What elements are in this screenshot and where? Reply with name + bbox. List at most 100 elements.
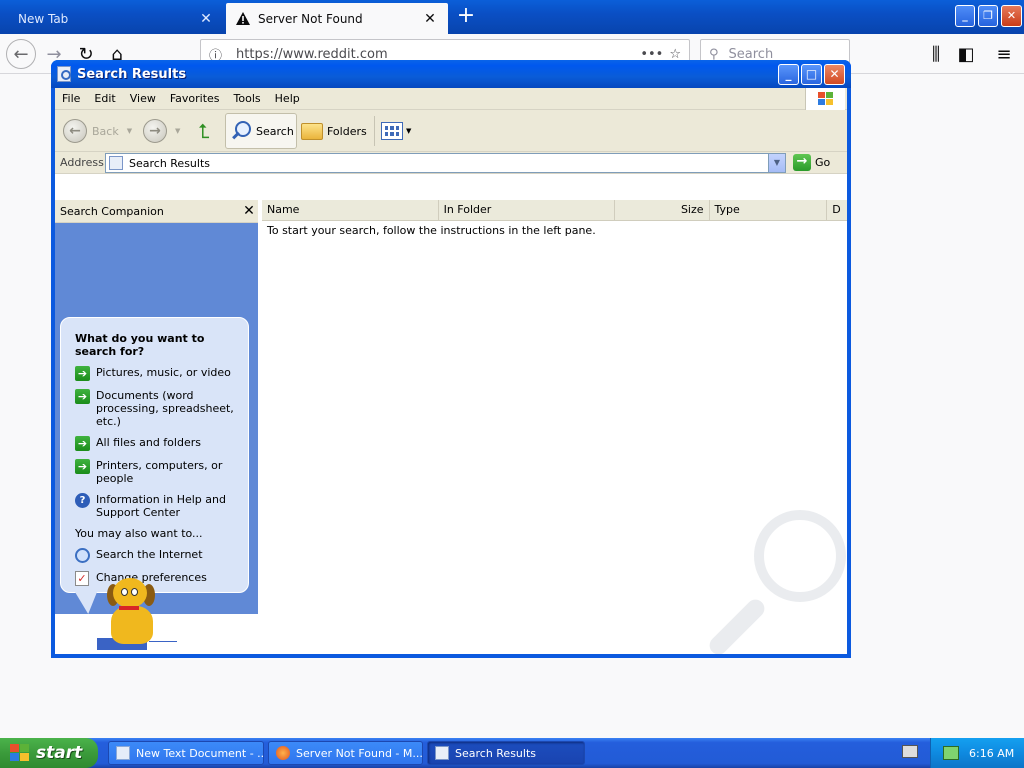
menu-tools[interactable]: Tools [227, 92, 268, 105]
tab-label: Server Not Found [258, 11, 363, 26]
tab-label: New Tab [18, 11, 69, 26]
maximize-button[interactable]: □ [801, 63, 822, 85]
search-results-icon [109, 156, 123, 170]
close-tab-icon[interactable]: ✕ [422, 11, 438, 27]
minimize-button[interactable]: _ [955, 5, 975, 27]
taskbar-item-search-results[interactable]: Search Results [427, 741, 585, 765]
task-label: Server Not Found - M... [296, 746, 423, 760]
column-date[interactable]: D [827, 200, 847, 221]
search-window-icon [57, 66, 71, 82]
search-option-pictures[interactable]: ➔ Pictures, music, or video [75, 366, 238, 381]
magnifier-icon [230, 120, 252, 142]
column-type[interactable]: Type [710, 200, 828, 221]
sidebar-icon[interactable]: ◧ [952, 40, 980, 68]
network-icon[interactable] [943, 746, 959, 760]
standard-toolbar: ← Back ▼ → ▼ ⮤ Search Folders ▼ [55, 110, 847, 152]
forward-arrow-icon: → [143, 119, 167, 143]
close-window-button[interactable]: ✕ [1001, 5, 1022, 27]
go-arrow-icon: → [793, 154, 811, 171]
back-arrow-icon: ← [63, 119, 87, 143]
task-label: New Text Document - ... [136, 746, 264, 760]
address-bar: Address Search Results ▼ → Go [55, 152, 847, 174]
option-label: Information in Help and Support Center [96, 493, 226, 519]
results-message: To start your search, follow the instruc… [267, 224, 596, 237]
hamburger-menu-icon[interactable]: ≡ [990, 40, 1018, 68]
close-window-button[interactable]: ✕ [824, 63, 845, 85]
option-label: Search the Internet [96, 548, 203, 561]
window-title: Search Results [77, 66, 187, 82]
menu-favorites[interactable]: Favorites [163, 92, 227, 105]
taskbar-item-firefox[interactable]: Server Not Found - M... [268, 741, 423, 765]
library-icon[interactable]: ⫼ [922, 40, 950, 68]
menu-help[interactable]: Help [268, 92, 307, 105]
dropdown-arrow-icon[interactable]: ▼ [127, 127, 132, 135]
start-button[interactable]: start [0, 738, 98, 768]
search-dog-character[interactable] [97, 576, 177, 654]
also-label: You may also want to... [75, 527, 203, 540]
help-icon: ? [75, 493, 90, 508]
tab-new-tab[interactable]: New Tab ✕ [0, 3, 224, 34]
dog-eye [131, 588, 138, 596]
task-label: Search Results [455, 746, 537, 760]
menu-view[interactable]: View [123, 92, 163, 105]
new-tab-button[interactable]: + [452, 4, 480, 30]
views-grid-icon [381, 122, 403, 140]
address-input[interactable]: Search Results ▼ [105, 153, 786, 173]
search-option-all-files[interactable]: ➔ All files and folders [75, 436, 238, 451]
firefox-icon [276, 746, 290, 760]
chevron-down-icon[interactable]: ▼ [768, 154, 785, 172]
folders-label: Folders [327, 124, 367, 138]
option-label: Documents (word processing, spreadsheet,… [96, 389, 234, 428]
windows-logo [805, 88, 845, 110]
dropdown-arrow-icon[interactable]: ▼ [175, 127, 180, 135]
windows-flag-icon [10, 744, 30, 762]
go-label: Go [815, 156, 831, 169]
search-button[interactable]: Search [225, 113, 297, 149]
menu-file[interactable]: File [55, 92, 87, 105]
column-size[interactable]: Size [615, 200, 710, 221]
arrow-icon: ➔ [75, 436, 90, 451]
tab-server-not-found[interactable]: Server Not Found ✕ [226, 3, 448, 34]
arrow-icon: ➔ [75, 389, 90, 404]
back-arrow-icon[interactable]: ← [6, 39, 36, 69]
clock[interactable]: 6:16 AM [969, 747, 1014, 760]
column-name[interactable]: Name [262, 200, 439, 221]
taskbar-item-notepad[interactable]: New Text Document - ... [108, 741, 264, 765]
option-label: Pictures, music, or video [96, 366, 231, 379]
go-button[interactable]: → Go [793, 154, 830, 171]
folders-button[interactable]: Folders [301, 113, 367, 149]
close-tab-icon[interactable]: ✕ [198, 11, 214, 27]
back-button[interactable]: ← Back ▼ [63, 113, 132, 149]
maximize-button[interactable]: ❐ [978, 5, 998, 27]
search-internet-link[interactable]: Search the Internet [75, 548, 238, 563]
warning-icon [236, 12, 250, 25]
option-label: All files and folders [96, 436, 201, 449]
menu-edit[interactable]: Edit [87, 92, 122, 105]
search-option-printers[interactable]: ➔ Printers, computers, or people [75, 459, 238, 485]
search-window-icon [435, 746, 449, 760]
close-icon[interactable]: ✕ [240, 203, 258, 219]
search-label: Search [256, 124, 294, 138]
up-folder-icon[interactable]: ⮤ [191, 113, 217, 149]
window-titlebar[interactable]: Search Results _ □ ✕ [51, 60, 851, 88]
search-option-help[interactable]: ? Information in Help and Support Center [75, 493, 238, 519]
keyboard-icon[interactable] [902, 745, 918, 758]
address-label: Address [60, 156, 104, 169]
forward-button[interactable]: → ▼ [143, 113, 180, 149]
taskbar: start New Text Document - ... Server Not… [0, 738, 1024, 768]
search-option-documents[interactable]: ➔ Documents (word processing, spreadshee… [75, 389, 238, 428]
search-companion-pane: Search Companion ✕ What do you want to s… [55, 200, 258, 654]
windows-flag-icon [818, 92, 834, 106]
globe-search-icon [75, 548, 90, 563]
dog-body [111, 606, 153, 644]
column-in-folder[interactable]: In Folder [439, 200, 616, 221]
search-options-balloon: What do you want to search for? ➔ Pictur… [60, 317, 249, 614]
results-pane: Name In Folder Size Type D To start your… [262, 200, 847, 654]
magnifier-watermark-icon [702, 510, 847, 654]
minimize-button[interactable]: _ [778, 63, 799, 85]
option-label: Printers, computers, or people [96, 459, 223, 485]
dog-collar [119, 606, 139, 610]
dog-leash [149, 641, 177, 642]
views-button[interactable]: ▼ [381, 113, 411, 149]
system-tray: 6:16 AM [930, 738, 1024, 768]
